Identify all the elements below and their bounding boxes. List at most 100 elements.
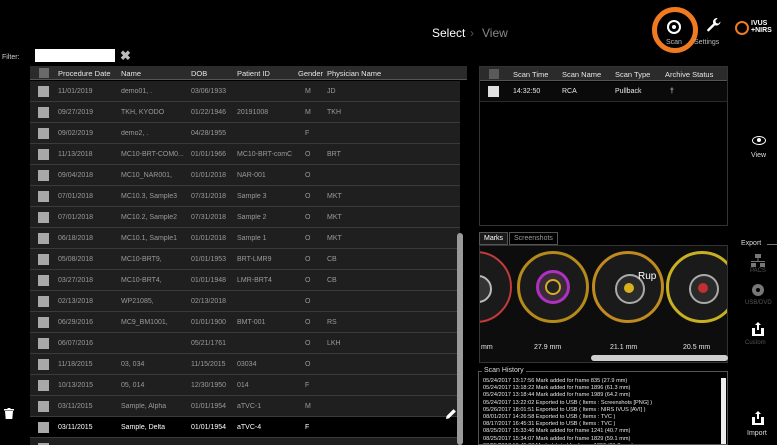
table-row[interactable]: 11/01/2019 demo01, . 03/06/1933 M JD <box>30 81 460 102</box>
import-icon[interactable] <box>751 411 765 428</box>
scan-label[interactable]: Scan <box>666 39 682 46</box>
table-row[interactable]: 02/13/2018 WP21085, 02/13/2018 O <box>30 291 460 312</box>
row-checkbox[interactable] <box>38 149 49 160</box>
col-scan-time[interactable]: Scan Time <box>513 70 548 79</box>
scan-row-checkbox[interactable] <box>488 86 499 97</box>
scan-icon[interactable] <box>667 20 681 34</box>
row-checkbox[interactable] <box>38 233 49 244</box>
table-row[interactable]: 03/11/2015 Sample, Delta 01/01/1954 aTVC-4 F <box>30 417 460 438</box>
table-row[interactable]: 06/18/2018 MC10.1, Sample1 01/01/2018 Sampl… <box>30 228 460 249</box>
col-archive-status[interactable]: Archive Status <box>665 70 713 79</box>
tab-screenshots[interactable]: Screenshots <box>509 232 558 245</box>
table-row[interactable]: 05/08/2018 MC10-BRT9, 01/01/1953 BRT-LMR9 O C… <box>30 249 460 270</box>
cell-patient-id: aTVC-1 <box>237 403 262 410</box>
cell-patient-id: 014 <box>237 382 249 389</box>
row-checkbox[interactable] <box>38 170 49 181</box>
row-checkbox[interactable] <box>38 380 49 391</box>
table-row[interactable]: 11/13/2018 MC10-BRT-COM0... 01/01/1966 MC10… <box>30 144 460 165</box>
table-row[interactable]: 10/13/2015 05, 014 12/30/1950 014 F <box>30 375 460 396</box>
eye-icon[interactable] <box>752 136 766 145</box>
row-checkbox[interactable] <box>38 191 49 202</box>
mark-frame-4[interactable] <box>666 251 727 323</box>
row-checkbox[interactable] <box>38 128 49 139</box>
usb-dvd-label[interactable]: USB/DVD <box>745 300 772 306</box>
mark-frame-3[interactable]: Rup <box>592 251 664 323</box>
table-row[interactable]: 03/27/2018 MC10-BRT4, 01/01/1948 LMR-BRT4 O C… <box>30 270 460 291</box>
cell-procedure-date: 10/13/2015 <box>58 382 94 389</box>
table-row[interactable]: 03/11/2015Sample, Theta01/01/1955aTVC-8O <box>30 438 460 445</box>
cell-patient-id: aTVC-4 <box>237 424 262 431</box>
row-checkbox[interactable] <box>38 212 49 223</box>
wrench-icon[interactable] <box>706 17 722 38</box>
table-row[interactable]: 06/29/2016 MC9_BM1001, 01/01/1900 BMT-001 O R… <box>30 312 460 333</box>
nav-select[interactable]: Select <box>432 26 465 40</box>
usb-dvd-icon[interactable] <box>748 283 768 297</box>
measurement-3: 21.1 mm <box>610 344 638 351</box>
cell-procedure-date: 02/13/2018 <box>58 298 94 305</box>
settings-label[interactable]: Settings <box>694 39 719 46</box>
table-row[interactable]: 09/02/2019 demo2, . 04/28/1955 F <box>30 123 460 144</box>
scan-type: Pullback <box>615 88 642 95</box>
clear-filter-icon[interactable]: ✖ <box>120 48 131 64</box>
mark-frame-2[interactable] <box>517 251 589 323</box>
table-row[interactable]: 03/11/2015 Sample, Alpha 01/01/1954 aTVC-1 M <box>30 396 460 417</box>
cell-patient-id: 03034 <box>237 361 257 368</box>
table-row[interactable]: 06/07/2016 05/21/1761 O LKH <box>30 333 460 354</box>
select-all-checkbox[interactable] <box>39 68 49 78</box>
nav-view[interactable]: View <box>482 26 508 40</box>
cell-name: MC10_NAR001, <box>121 172 172 179</box>
col-procedure-date[interactable]: Procedure Date <box>58 69 111 78</box>
table-row[interactable]: 07/01/2018 MC10.3, Sample3 07/31/2018 Sampl… <box>30 186 460 207</box>
cell-procedure-date: 09/02/2019 <box>58 130 94 137</box>
history-scrollbar[interactable] <box>721 378 726 444</box>
cell-gender: O <box>305 151 311 158</box>
procedure-scrollbar[interactable] <box>457 233 463 445</box>
frame-1-lumen <box>480 275 492 303</box>
import-label[interactable]: Import <box>747 430 767 437</box>
scan-select-all-checkbox[interactable] <box>489 69 499 79</box>
cell-procedure-date: 06/18/2018 <box>58 235 94 242</box>
cell-dob: 01/22/1946 <box>191 109 227 116</box>
col-patient-id[interactable]: Patient ID <box>237 69 270 78</box>
row-checkbox[interactable] <box>38 86 49 97</box>
cell-patient-id: Sample 1 <box>237 235 267 242</box>
row-checkbox[interactable] <box>38 401 49 412</box>
trash-icon[interactable] <box>4 408 14 419</box>
cell-dob: 01/01/2018 <box>191 172 227 179</box>
table-row[interactable]: 09/27/2019 TKH, KYODO 01/22/1946 20191008 M T… <box>30 102 460 123</box>
table-row[interactable]: 11/18/2015 03, 034 11/15/2015 03034 O <box>30 354 460 375</box>
row-checkbox[interactable] <box>38 254 49 265</box>
pacs-label[interactable]: PACS <box>750 268 766 274</box>
custom-label[interactable]: Custom <box>745 340 766 346</box>
pencil-icon[interactable] <box>445 408 457 420</box>
history-entry: 05/24/2017 13:17:56 Mark added for frame… <box>483 378 628 384</box>
cell-name: TKH, KYODO <box>121 109 165 116</box>
col-name[interactable]: Name <box>121 69 141 78</box>
mark-frame-1[interactable] <box>480 251 512 323</box>
col-physician-name[interactable]: Physician Name <box>327 69 381 78</box>
col-dob[interactable]: DOB <box>191 69 207 78</box>
table-row[interactable]: 09/04/2018 MC10_NAR001, 01/01/2018 NAR-001 O <box>30 165 460 186</box>
marks-horizontal-scrollbar[interactable] <box>591 355 728 361</box>
row-checkbox[interactable] <box>38 338 49 349</box>
table-row[interactable]: 07/01/2018 MC10.2, Sample2 07/31/2018 Sampl… <box>30 207 460 228</box>
measurement-2: 27.9 mm <box>534 344 562 351</box>
row-checkbox[interactable] <box>38 296 49 307</box>
cell-dob: 01/01/1953 <box>191 256 227 263</box>
tab-marks[interactable]: Marks <box>479 232 509 245</box>
row-checkbox[interactable] <box>38 359 49 370</box>
pacs-icon[interactable] <box>748 254 768 268</box>
view-button-label[interactable]: View <box>751 152 766 159</box>
scan-row[interactable]: 14:32:50 RCA Pullback † <box>480 82 727 102</box>
col-scan-type[interactable]: Scan Type <box>615 70 650 79</box>
row-checkbox[interactable] <box>38 107 49 118</box>
row-checkbox[interactable] <box>38 422 49 433</box>
col-scan-name[interactable]: Scan Name <box>562 70 601 79</box>
col-gender[interactable]: Gender <box>298 69 323 78</box>
history-entry: 08/25/2017 15:33:46 Mark added for frame… <box>483 428 631 435</box>
row-checkbox[interactable] <box>38 317 49 328</box>
row-checkbox[interactable] <box>38 275 49 286</box>
cell-patient-id: LMR-BRT4 <box>237 277 272 284</box>
filter-input[interactable] <box>35 49 115 62</box>
export-icon[interactable] <box>748 322 768 336</box>
